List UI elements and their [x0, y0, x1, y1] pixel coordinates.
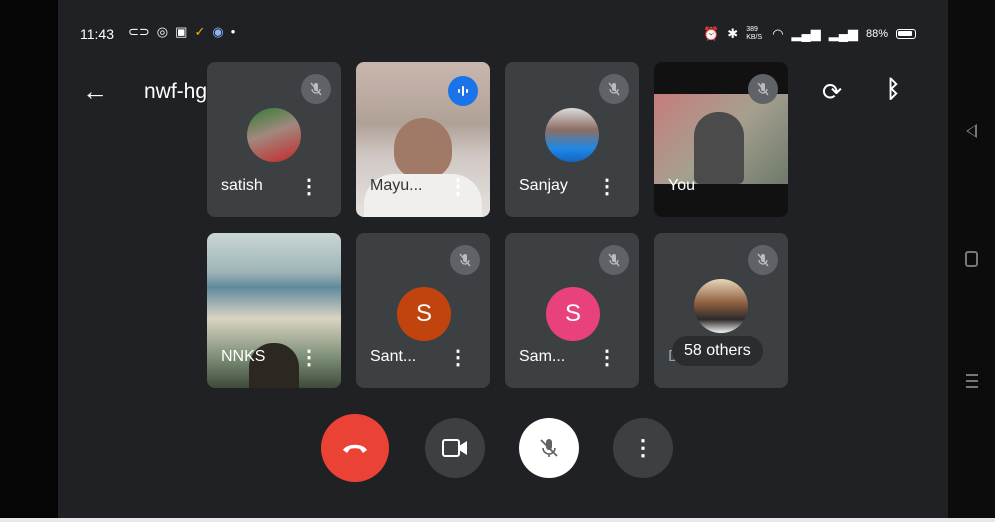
more-vertical-icon[interactable]: ⋮: [597, 177, 617, 197]
participant-name: satish: [221, 177, 263, 194]
app-icon: ◉: [212, 24, 224, 39]
wifi-icon: ◠: [772, 26, 784, 41]
participant-tile-satish[interactable]: satish ⋮: [207, 62, 341, 217]
device-bezel-left: [0, 0, 60, 522]
mic-off-icon: [301, 74, 331, 104]
participant-name: You: [668, 177, 695, 194]
video-camera-icon: [442, 439, 467, 457]
mic-off-icon: [450, 245, 480, 275]
speaking-indicator-icon: [448, 76, 478, 106]
system-nav-bar: [948, 0, 995, 522]
check-icon: ✓: [194, 24, 206, 39]
status-time: 11:43: [80, 26, 114, 42]
avatar: [247, 108, 301, 162]
participant-name: Mayu...: [370, 177, 423, 194]
mic-off-icon: [599, 245, 629, 275]
participant-name: Sant...: [370, 348, 417, 365]
status-bar: 11:43 ⊂⊃ ◎ ▣ ✓ ◉ • ⏰ ✱ 389 KB/S ◠ ▂▄▆ ▂▄…: [58, 0, 948, 62]
participant-tile-nnks[interactable]: NNKS ⋮: [207, 233, 341, 388]
more-vertical-icon[interactable]: ⋮: [597, 348, 617, 368]
bluetooth-icon[interactable]: ᛒ: [886, 76, 900, 104]
mic-off-icon: [540, 439, 558, 457]
whatsapp-icon: ◎: [156, 24, 169, 39]
more-vertical-icon[interactable]: ⋮: [299, 177, 319, 197]
status-right: ⏰ ✱ 389 KB/S ◠ ▂▄▆ ▂▄▆ 88%: [703, 26, 916, 42]
participant-tile-sam[interactable]: S Sam... ⋮: [505, 233, 639, 388]
meet-screen: 11:43 ⊂⊃ ◎ ▣ ✓ ◉ • ⏰ ✱ 389 KB/S ◠ ▂▄▆ ▂▄…: [58, 0, 948, 518]
mic-off-icon: [748, 245, 778, 275]
screen-edge: [0, 518, 995, 522]
end-call-button[interactable]: [321, 414, 389, 482]
others-tile[interactable]: Dr... 58 others: [654, 233, 788, 388]
battery-percent: 88%: [865, 28, 888, 40]
more-vertical-icon[interactable]: ⋮: [448, 177, 468, 197]
mic-off-icon: [599, 74, 629, 104]
avatar: S: [397, 287, 451, 341]
participant-tile-you[interactable]: You: [654, 62, 788, 217]
mic-off-icon: [748, 74, 778, 104]
participant-name: Sam...: [519, 348, 566, 365]
participant-name: Sanjay: [519, 177, 568, 194]
avatar-letter: S: [415, 300, 432, 327]
more-options-button[interactable]: ⋮: [613, 418, 673, 478]
bluetooth-status-icon: ✱: [727, 26, 739, 41]
signal-icon-2: ▂▄▆: [828, 26, 858, 41]
self-video-person: [694, 112, 744, 184]
dot-icon: •: [230, 24, 236, 39]
participant-tile-sant[interactable]: S Sant... ⋮: [356, 233, 490, 388]
network-speed: 389 KB/S: [746, 26, 763, 41]
phone-hangup-icon: [343, 444, 367, 453]
participant-tile-mayu[interactable]: Mayu... ⋮: [356, 62, 490, 217]
arrow-left-icon[interactable]: ←: [82, 78, 108, 104]
nav-home-icon[interactable]: [965, 251, 978, 267]
mic-toggle-button[interactable]: [519, 418, 579, 478]
switch-camera-icon[interactable]: ⟳: [822, 78, 842, 107]
nav-back-icon[interactable]: [966, 124, 977, 138]
video-feed: [394, 118, 452, 178]
more-vertical-icon[interactable]: ⋮: [299, 348, 319, 368]
message-icon: ▣: [175, 24, 188, 39]
battery-icon: [896, 29, 916, 39]
avatar: S: [546, 287, 600, 341]
avatar: [545, 108, 599, 162]
notification-icon: ⊂⊃: [128, 24, 150, 39]
notification-icons: ⊂⊃ ◎ ▣ ✓ ◉ •: [128, 25, 235, 39]
participant-name: NNKS: [221, 348, 266, 365]
nav-recents-icon[interactable]: [966, 374, 978, 388]
avatar-letter: S: [564, 300, 581, 327]
more-vertical-icon: ⋮: [632, 435, 654, 460]
camera-toggle-button[interactable]: [425, 418, 485, 478]
others-count[interactable]: 58 others: [672, 336, 763, 366]
alarm-icon: ⏰: [703, 26, 720, 41]
more-vertical-icon[interactable]: ⋮: [448, 348, 468, 368]
signal-icon: ▂▄▆: [791, 26, 821, 41]
participant-tile-sanjay[interactable]: Sanjay ⋮: [505, 62, 639, 217]
avatar: [694, 279, 748, 333]
